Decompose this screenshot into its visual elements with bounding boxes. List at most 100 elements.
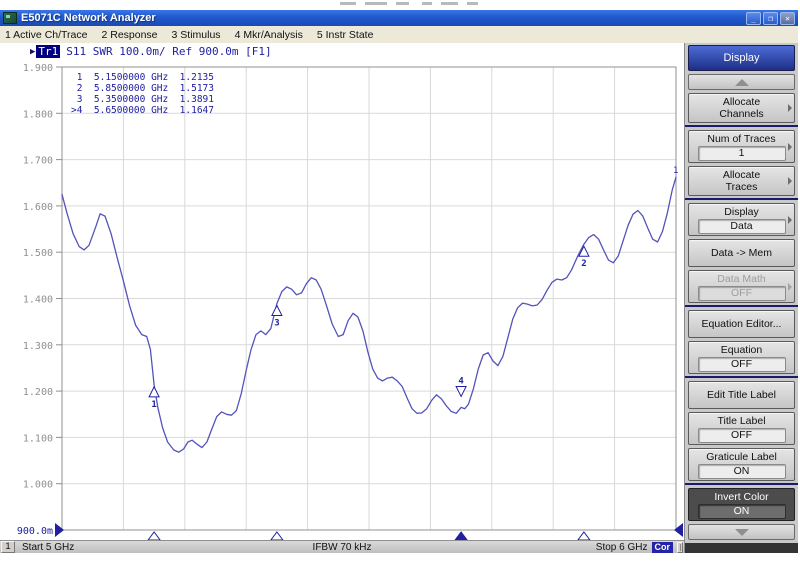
y-axis-labels: 1.900 1.800 1.700 1.600 1.500 1.400 1.300 1.200… — [17, 63, 62, 537]
menu-bar: 1 Active Ch/Trace 2 Response 3 Stimulus 4 M… — [0, 26, 798, 44]
minimize-button[interactable]: _ — [746, 12, 761, 25]
submenu-arrow-icon — [788, 177, 792, 185]
svg-text:1.100: 1.100 — [23, 433, 53, 444]
marker-3-stimulus-indicator — [271, 532, 283, 540]
softkey-label: Allocate — [723, 169, 760, 181]
trace-parameters: S11 SWR 100.0m/ Ref 900.0m [F1] — [66, 45, 271, 58]
svg-text:1.400: 1.400 — [23, 295, 53, 306]
softkey-label: Data -> Mem — [711, 247, 772, 259]
screenshot-root: E5071C Network Analyzer _ ❐ ✕ 1 Active C… — [0, 0, 800, 567]
softkey-separator — [685, 125, 798, 127]
scroll-down-button[interactable] — [688, 524, 795, 540]
active-trace-pointer-icon: ▶ — [30, 47, 35, 57]
trace-badge[interactable]: Tr1 — [36, 45, 60, 58]
trace-number-label: 1 — [673, 166, 678, 176]
svg-text:1.300: 1.300 — [23, 341, 53, 352]
softkey-label: Allocate — [723, 96, 760, 108]
svg-text:1.200: 1.200 — [23, 387, 53, 398]
softkey-label: Display — [724, 206, 758, 218]
restore-button[interactable]: ❐ — [763, 12, 778, 25]
softkey-label: Channels — [719, 108, 763, 120]
softkey-label: Invert Color — [714, 491, 768, 503]
softkey-label: Title Label — [717, 415, 765, 427]
softkey-value: OFF — [698, 357, 786, 372]
softkey-equation[interactable]: EquationOFF — [688, 341, 795, 374]
marker-1-stimulus-indicator — [148, 532, 160, 540]
analyzer-screen: 1.900 1.800 1.700 1.600 1.500 1.400 1.300 1.200… — [0, 43, 684, 553]
softkey-separator — [685, 305, 798, 307]
marker-table: 1 5.1500000 GHz 1.2135 2 5.8500000 GHz 1… — [71, 72, 214, 116]
triangle-up-icon — [735, 79, 749, 86]
svg-text:900.0m: 900.0m — [17, 526, 53, 537]
submenu-arrow-icon — [788, 283, 792, 291]
status-grip-icon — [677, 542, 683, 553]
svg-text:2: 2 — [581, 259, 586, 269]
softkey-data-mem[interactable]: Data -> Mem — [688, 239, 795, 267]
softkey-filler — [685, 543, 798, 553]
triangle-down-icon — [735, 529, 749, 536]
softkey-allocate-traces[interactable]: AllocateTraces — [688, 166, 795, 196]
marker-4-stimulus-indicator — [455, 532, 467, 540]
softkey-menu-title: Display — [688, 45, 795, 71]
softkey-label: Graticule Label — [706, 451, 777, 463]
softkey-value: ON — [698, 504, 786, 519]
softkey-label: Traces — [726, 181, 758, 193]
marker-row-1: 1 5.1500000 GHz 1.2135 — [71, 72, 214, 83]
softkey-value: OFF — [698, 286, 786, 301]
ifbw-indicator: IFBW 70 kHz — [0, 542, 684, 553]
svg-text:1.600: 1.600 — [23, 202, 53, 213]
menu-item-2-response[interactable]: 2 Response — [101, 29, 157, 41]
marker-row-2: 2 5.8500000 GHz 1.5173 — [71, 83, 214, 94]
softkey-invert-color[interactable]: Invert ColorON — [688, 488, 795, 521]
softkey-label: Equation Editor... — [702, 318, 782, 330]
menu-item-5-instr-state[interactable]: 5 Instr State — [317, 29, 374, 41]
submenu-arrow-icon — [788, 143, 792, 151]
menu-item-3-stimulus[interactable]: 3 Stimulus — [172, 29, 221, 41]
menu-item-1-active-ch-trace[interactable]: 1 Active Ch/Trace — [5, 29, 87, 41]
softkey-title-label[interactable]: Title LabelOFF — [688, 412, 795, 445]
svg-text:1: 1 — [151, 400, 156, 410]
svg-text:1.900: 1.900 — [23, 63, 53, 74]
softkey-num-of-traces[interactable]: Num of Traces1 — [688, 130, 795, 163]
app-window: E5071C Network Analyzer _ ❐ ✕ 1 Active C… — [0, 10, 798, 553]
softkey-label: Num of Traces — [707, 133, 775, 145]
submenu-arrow-icon — [788, 216, 792, 224]
svg-text:1.700: 1.700 — [23, 156, 53, 167]
softkey-value: ON — [698, 464, 786, 479]
cropped-text-artifact — [340, 2, 590, 7]
submenu-arrow-icon — [788, 104, 792, 112]
scroll-up-button[interactable] — [688, 74, 795, 90]
softkey-allocate-channels[interactable]: AllocateChannels — [688, 93, 795, 123]
svg-text:1.000: 1.000 — [23, 480, 53, 491]
softkey-data-math: Data MathOFF — [688, 270, 795, 303]
softkey-display[interactable]: DisplayData — [688, 203, 795, 236]
title-bar: E5071C Network Analyzer _ ❐ ✕ — [0, 10, 798, 26]
stop-frequency: Stop 6 GHz — [596, 542, 648, 553]
marker-2-stimulus-indicator — [578, 532, 590, 540]
marker-row-3: 3 5.3500000 GHz 1.3891 — [71, 94, 214, 105]
marker-row-4: >4 5.6500000 GHz 1.1647 — [71, 105, 214, 116]
softkey-separator — [685, 376, 798, 378]
softkey-separator — [685, 198, 798, 200]
svg-text:3: 3 — [274, 319, 279, 329]
window-title: E5071C Network Analyzer — [21, 12, 746, 24]
svg-text:1.500: 1.500 — [23, 248, 53, 259]
menu-item-4-mkr-analysis[interactable]: 4 Mkr/Analysis — [235, 29, 303, 41]
app-icon — [3, 12, 17, 24]
softkey-value: 1 — [698, 146, 786, 161]
softkey-value: OFF — [698, 428, 786, 443]
correction-badge: Cor — [652, 542, 674, 553]
softkey-equation-editor[interactable]: Equation Editor... — [688, 310, 795, 338]
softkey-label: Edit Title Label — [707, 389, 776, 401]
trace-status-line: ▶ Tr1 S11 SWR 100.0m/ Ref 900.0m [F1] — [30, 45, 272, 58]
close-button[interactable]: ✕ — [780, 12, 795, 25]
softkey-edit-title-label[interactable]: Edit Title Label — [688, 381, 795, 409]
svg-text:4: 4 — [458, 376, 464, 386]
softkey-value: Data — [698, 219, 786, 234]
svg-text:1.800: 1.800 — [23, 109, 53, 120]
softkey-label: Equation — [721, 344, 762, 356]
softkey-label: Data Math — [717, 273, 765, 285]
status-bar: 1 Start 5 GHz IFBW 70 kHz Stop 6 GHz Cor — [0, 540, 684, 553]
softkey-graticule-label[interactable]: Graticule LabelON — [688, 448, 795, 481]
softkey-menu: Display AllocateChannelsNum of Traces1Al… — [684, 43, 798, 553]
